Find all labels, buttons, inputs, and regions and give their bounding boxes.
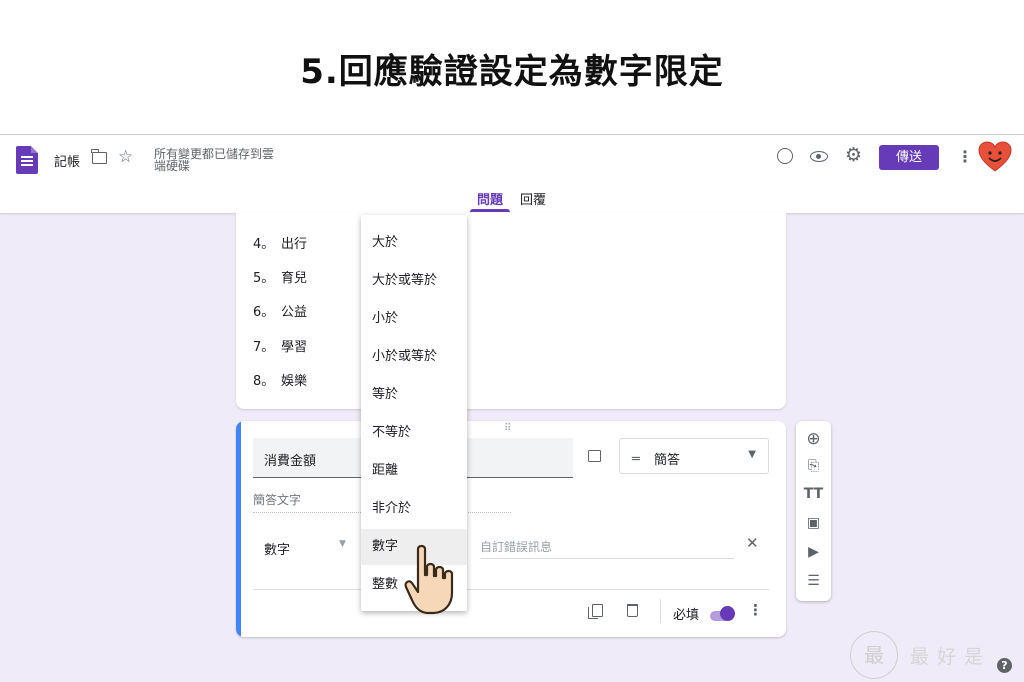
forms-editor: 記帳 ☆ 所有變更都已儲存到雲端硬碟 ⚙ 傳送 ⋮ 問題 回覆 4。 出行 5。育… [0, 134, 1024, 682]
watermark-seal: 最 [850, 631, 898, 679]
title-text-icon[interactable]: TT [796, 486, 831, 502]
watermark-text: 最好是 [910, 646, 992, 668]
forms-icon[interactable] [16, 146, 38, 174]
list-item: 7。 學習 [253, 340, 308, 355]
eye-icon[interactable] [810, 151, 828, 162]
more-vert-icon[interactable]: ⋮ [748, 601, 763, 619]
tab-responses[interactable]: 回覆 [520, 189, 546, 208]
send-button[interactable]: 傳送 [879, 145, 939, 170]
drag-handle-icon[interactable]: ⠿ [504, 423, 512, 434]
side-toolbar: ⊕ ⎘ TT ▣ ▶ ☰ [796, 421, 831, 601]
folder-icon[interactable] [91, 149, 107, 164]
divider [660, 599, 661, 623]
question-title: 消費金額 [264, 454, 317, 469]
palette-icon[interactable] [777, 148, 793, 164]
add-question-icon[interactable]: ⊕ [796, 429, 831, 449]
required-label: 必填 [673, 608, 700, 623]
document-title[interactable]: 記帳 [54, 151, 80, 170]
list-item: 8。 娛樂 [253, 374, 308, 389]
menu-item[interactable]: 大於或等於 [361, 263, 467, 299]
page-title: 5.回應驗證設定為數字限定 [300, 52, 724, 92]
menu-item[interactable]: 等於 [361, 377, 467, 413]
custom-error-input[interactable]: 自訂錯誤訊息 [480, 538, 734, 559]
menu-item[interactable]: 小於 [361, 301, 467, 337]
divider [253, 589, 769, 590]
more-vert-icon[interactable]: ⋮ [957, 147, 973, 166]
validation-type-select[interactable]: 數字 [264, 539, 290, 558]
import-questions-icon[interactable]: ⎘ [796, 458, 831, 474]
image-icon[interactable]: ▣ [796, 515, 831, 531]
chevron-down-icon: ▼ [748, 449, 756, 460]
menu-item[interactable]: 非介於 [361, 491, 467, 527]
question-card[interactable]: ⠿ 消費金額 ═ 簡答 ▼ 簡答文字 數字 ▼ 自訂錯誤訊息 ✕ 必填 ⋮ [236, 421, 786, 637]
menu-item[interactable]: 不等於 [361, 415, 467, 451]
copy-icon[interactable] [588, 604, 603, 619]
top-bar: 記帳 ☆ 所有變更都已儲存到雲端硬碟 ⚙ 傳送 ⋮ 問題 回覆 [0, 135, 1024, 213]
video-icon[interactable]: ▶ [796, 544, 831, 560]
menu-item[interactable]: 小於或等於 [361, 339, 467, 375]
options-card: 4。 出行 5。 育兒 6。 公益 7。 學習 8。 娛樂 [236, 213, 786, 409]
close-icon[interactable]: ✕ [746, 534, 759, 552]
chevron-down-icon[interactable]: ▼ [339, 539, 346, 549]
list-item: 4。 出行 [253, 237, 308, 252]
section-icon[interactable]: ☰ [796, 573, 831, 589]
question-type-select[interactable]: ═ 簡答 ▼ [619, 438, 769, 474]
image-icon[interactable] [588, 450, 601, 462]
menu-item[interactable]: 大於 [361, 225, 467, 261]
short-answer-icon: ═ [632, 452, 640, 467]
gear-icon[interactable]: ⚙ [845, 144, 862, 166]
star-icon[interactable]: ☆ [118, 147, 133, 167]
trash-icon[interactable] [627, 604, 638, 617]
tab-questions[interactable]: 問題 [477, 189, 503, 208]
help-icon[interactable]: ? [997, 658, 1012, 673]
menu-item[interactable]: 距離 [361, 453, 467, 489]
active-tab-indicator [470, 209, 510, 212]
save-status: 所有變更都已儲存到雲端硬碟 [154, 147, 275, 173]
list-item: 5。 育兒 [253, 271, 308, 286]
list-item: 6。 公益 [253, 305, 308, 320]
pointer-hand-icon [404, 544, 454, 615]
avatar[interactable] [978, 141, 1012, 173]
required-toggle-knob[interactable] [720, 606, 735, 621]
